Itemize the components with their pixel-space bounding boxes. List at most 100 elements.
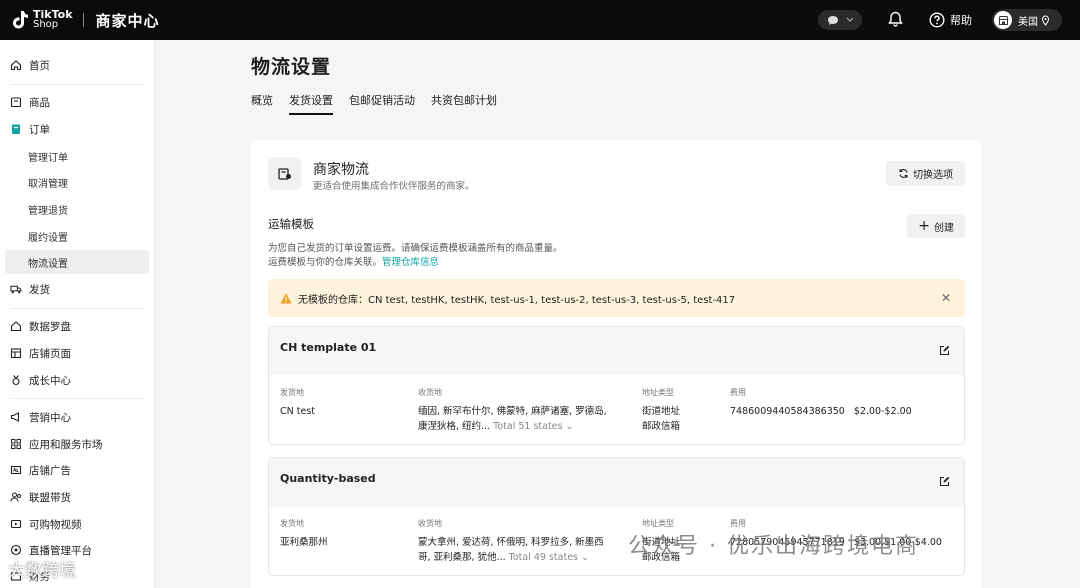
destination-value: 缅因, 新罕布什尔, 佛蒙特, 麻萨诸塞, 罗德岛, — [418, 406, 607, 417]
address-type-pobox: 邮政信箱 — [642, 421, 681, 432]
tab-shipping-settings[interactable]: 发货设置 — [289, 92, 333, 115]
fee-id: 7486009440584386350 — [730, 406, 845, 417]
destination-label: 收货地 — [418, 388, 442, 397]
manage-warehouse-link[interactable]: 管理仓库信息 — [382, 257, 439, 268]
sidebar-item-label: 联盟带货 — [29, 491, 71, 504]
tab-co-funded-shipping[interactable]: 共资包邮计划 — [431, 92, 497, 115]
home-icon — [10, 59, 22, 71]
sidebar-item-returns[interactable]: 管理退货 — [0, 197, 155, 221]
watermark-left: 大数跨境 — [8, 561, 76, 581]
store-icon — [998, 15, 1008, 25]
sidebar-item-label: 可购物视频 — [29, 518, 82, 531]
total-states-toggle[interactable]: Total 51 states ⌄ — [493, 421, 573, 432]
ad-icon — [10, 464, 22, 476]
sidebar-item-label: 管理订单 — [28, 152, 68, 164]
sidebar-item-label: 店铺页面 — [29, 347, 71, 360]
sidebar-item-shoppable-video[interactable]: 可购物视频 — [0, 512, 155, 536]
live-icon — [10, 544, 22, 556]
destination-label: 收货地 — [418, 519, 442, 528]
notification-button[interactable] — [888, 11, 903, 30]
sidebar-item-products[interactable]: 商品 — [0, 90, 155, 114]
sidebar-item-growth-center[interactable]: 成长中心 — [0, 368, 155, 392]
tiktok-shop-logo[interactable]: TikTok Shop — [10, 9, 73, 31]
region-label: 美国 — [1018, 16, 1038, 28]
tab-overview[interactable]: 概览 — [251, 92, 273, 115]
region-selector[interactable]: 美国 — [992, 9, 1062, 31]
question-icon — [929, 12, 945, 28]
address-type-label: 地址类型 — [642, 388, 674, 397]
sidebar-item-shop-ads[interactable]: 店铺广告 — [0, 458, 155, 482]
app-title: 商家中心 — [95, 11, 160, 30]
sidebar-item-logistics-settings[interactable]: 物流设置 — [5, 250, 149, 274]
divider — [82, 13, 84, 27]
switch-option-button[interactable]: 切换选项 — [886, 161, 965, 186]
chevron-down-icon: ⌄ — [565, 421, 574, 432]
merchant-logistics-card: 商家物流 更适合使用集成合作伙伴服务的商家。 切换选项 运输模板 为您自己发货的… — [251, 140, 981, 588]
megaphone-icon — [10, 411, 22, 423]
watermark: 公众号 · 优乐出海跨境电商 — [628, 534, 919, 559]
create-template-button[interactable]: + 创建 — [907, 214, 965, 238]
sidebar-item-label: 首页 — [29, 59, 50, 72]
warning-text: 无模板的仓库：CN test, testHK, testHK, test-us-… — [298, 294, 736, 306]
section-description: 为您自己发货的订单设置运费。请确保运费模板涵盖所有的商品重量。 — [268, 243, 563, 254]
logistics-icon — [268, 157, 301, 190]
order-icon — [10, 123, 22, 135]
edit-icon[interactable] — [939, 345, 950, 356]
sidebar-item-data-compass[interactable]: 数据罗盘 — [0, 314, 155, 338]
shop-icon — [10, 347, 22, 359]
tab-free-shipping-promo[interactable]: 包邮促销活动 — [349, 92, 415, 115]
shipping-template-card: CH template 01 发货地 CN test 收货地 缅因, 新罕布什尔… — [268, 326, 965, 445]
help-button[interactable]: 帮助 — [929, 12, 972, 28]
sidebar-item-label: 取消管理 — [28, 178, 68, 190]
sidebar-item-app-market[interactable]: 应用和服务市场 — [0, 432, 155, 456]
total-states-toggle[interactable]: Total 49 states ⌄ — [509, 552, 589, 563]
chevron-down-icon — [846, 17, 853, 22]
shop-avatar — [994, 11, 1012, 29]
box-icon — [10, 96, 22, 108]
sidebar: 首页 商品 订单 管理订单 取消管理 管理退货 履约设置 物流设置 发货 数据罗… — [0, 40, 155, 588]
plus-icon: + — [918, 218, 930, 234]
video-icon — [10, 518, 22, 530]
sidebar-item-shipping[interactable]: 发货 — [0, 277, 155, 301]
chat-button[interactable] — [818, 10, 862, 30]
sidebar-item-fulfillment-settings[interactable]: 履约设置 — [0, 224, 155, 248]
refresh-icon — [899, 169, 908, 178]
people-icon — [10, 491, 22, 503]
sidebar-item-label: 店铺广告 — [29, 464, 71, 477]
chat-icon — [827, 15, 838, 25]
help-label: 帮助 — [950, 14, 972, 27]
warning-icon — [280, 293, 292, 303]
sidebar-item-home[interactable]: 首页 — [0, 53, 155, 77]
address-type-street: 街道地址 — [642, 406, 681, 417]
chevron-down-icon: ⌄ — [581, 552, 590, 563]
location-pin-icon — [1041, 14, 1050, 26]
sidebar-item-orders[interactable]: 订单 — [0, 117, 155, 141]
create-label: 创建 — [934, 222, 954, 234]
sidebar-item-shop-page[interactable]: 店铺页面 — [0, 341, 155, 365]
sidebar-item-label: 发货 — [29, 283, 50, 296]
sidebar-item-label: 营销中心 — [29, 411, 71, 424]
fee-range: $2.00-$2.00 — [853, 406, 912, 417]
sidebar-item-marketing[interactable]: 营销中心 — [0, 405, 155, 429]
sidebar-item-label: 成长中心 — [29, 374, 71, 387]
sidebar-item-cancellations[interactable]: 取消管理 — [0, 170, 155, 194]
template-name: CH template 01 — [280, 341, 377, 354]
sidebar-item-label: 订单 — [29, 123, 50, 136]
section-description-2: 运费模板与你的仓库关联。管理仓库信息 — [268, 257, 440, 268]
edit-icon[interactable] — [939, 476, 950, 487]
sidebar-item-manage-orders[interactable]: 管理订单 — [0, 144, 155, 168]
truck-icon — [10, 283, 22, 295]
warning-banner: 无模板的仓库：CN test, testHK, testHK, test-us-… — [268, 279, 965, 317]
origin-label: 发货地 — [280, 519, 304, 528]
fee-label: 费用 — [730, 388, 746, 397]
tiktok-logo-icon — [13, 11, 28, 29]
card-subtitle: 更适合使用集成合作伙伴服务的商家。 — [313, 181, 475, 192]
sidebar-item-label: 商品 — [29, 96, 50, 109]
close-icon[interactable]: ✕ — [941, 291, 951, 305]
card-title: 商家物流 — [313, 162, 369, 178]
destination-value: 蒙大拿州, 爱达荷, 怀俄明, 科罗拉多, 新墨西 — [418, 537, 604, 548]
sidebar-item-affiliate[interactable]: 联盟带货 — [0, 485, 155, 509]
origin-label: 发货地 — [280, 388, 304, 397]
tab-bar: 概览 发货设置 包邮促销活动 共资包邮计划 — [251, 92, 513, 115]
origin-value: CN test — [280, 406, 316, 417]
